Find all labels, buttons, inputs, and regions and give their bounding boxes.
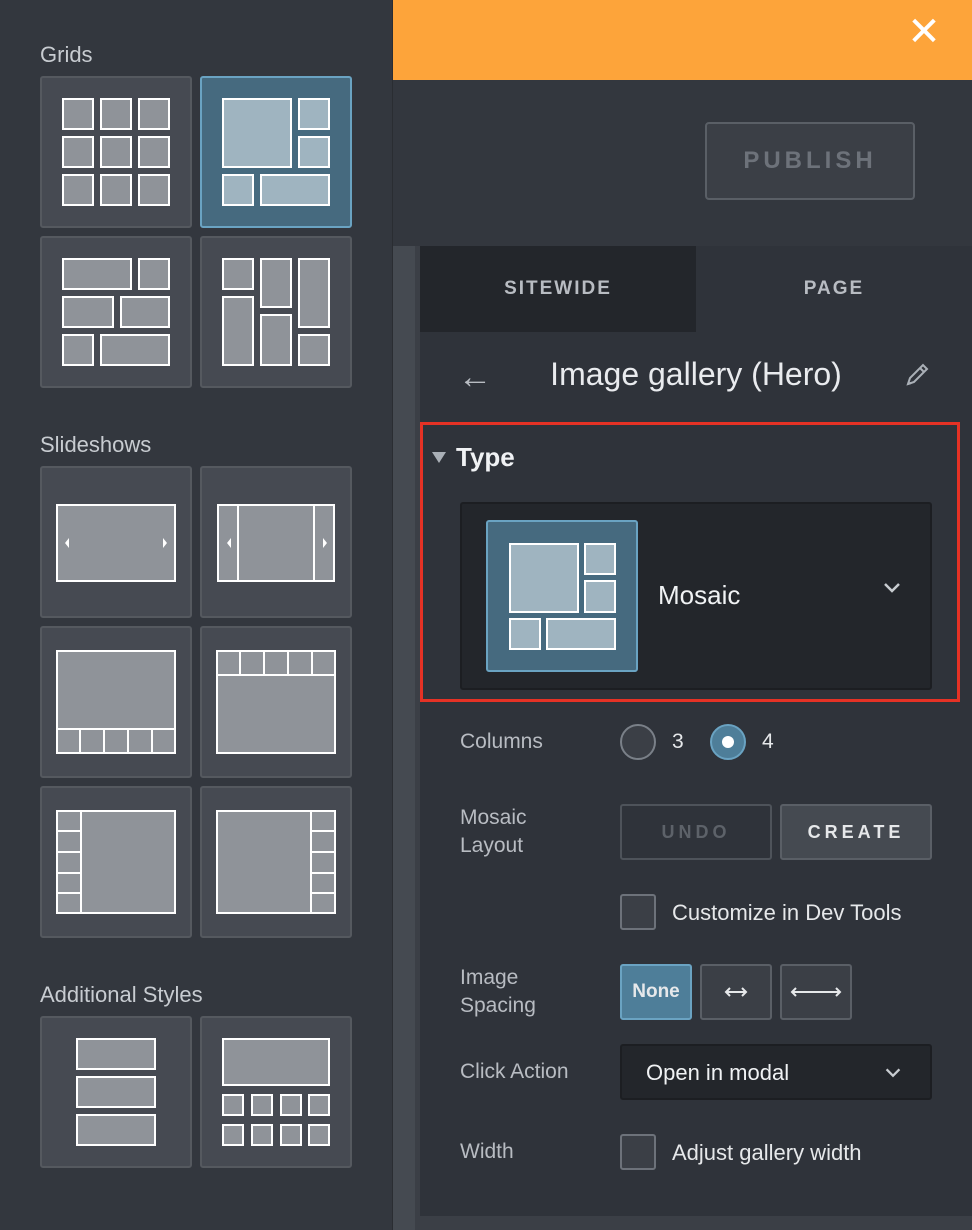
spacing-none-button[interactable]: None bbox=[620, 964, 692, 1020]
adjust-gallery-width-checkbox[interactable] bbox=[620, 1134, 656, 1170]
customize-dev-tools-checkbox[interactable] bbox=[620, 894, 656, 930]
panel-header: ← Image gallery (Hero) bbox=[420, 332, 972, 422]
undo-button[interactable]: UNDO bbox=[620, 804, 772, 860]
tab-page[interactable]: PAGE bbox=[696, 246, 972, 332]
caret-down-icon[interactable] bbox=[432, 452, 446, 463]
grid-masonry-icon bbox=[222, 258, 330, 366]
slideshow-peek-icon bbox=[217, 504, 335, 582]
slideshow-thumbs-bottom-icon bbox=[56, 650, 176, 754]
grid-3x3-icon bbox=[62, 98, 170, 206]
additional-stacked-tile[interactable] bbox=[40, 1016, 192, 1168]
slideshow-peek-tile[interactable] bbox=[200, 466, 352, 618]
slideshow-thumbs-left-icon bbox=[56, 810, 176, 914]
gallery-styles-panel: Grids Slideshows Additional Styles bbox=[0, 0, 393, 1230]
grid-mosaic-tile[interactable] bbox=[200, 76, 352, 228]
slideshow-thumbs-top-tile[interactable] bbox=[200, 626, 352, 778]
top-header: PUBLISH bbox=[393, 80, 972, 246]
chevron-down-icon bbox=[885, 1068, 901, 1078]
section-title-additional-styles: Additional Styles bbox=[40, 982, 203, 1007]
panel-tabs: SITEWIDE PAGE bbox=[420, 246, 972, 332]
panel-bottom-divider bbox=[420, 1216, 972, 1230]
width-label: Width bbox=[460, 1140, 514, 1163]
grid-masonry-tile[interactable] bbox=[200, 236, 352, 388]
settings-panel: SITEWIDE PAGE ← Image gallery (Hero) Typ… bbox=[420, 246, 972, 1230]
columns-radio-4[interactable] bbox=[710, 724, 746, 760]
mosaic-thumbnail-icon bbox=[486, 520, 638, 672]
create-button[interactable]: CREATE bbox=[780, 804, 932, 860]
click-action-label: Click Action bbox=[460, 1060, 569, 1083]
image-spacing-label-line1: Image bbox=[460, 966, 519, 989]
additional-hero-grid-icon bbox=[222, 1038, 330, 1146]
gallery-type-select[interactable]: Mosaic bbox=[460, 502, 932, 690]
slideshow-thumbs-right-icon bbox=[216, 810, 336, 914]
slideshow-thumbs-top-icon bbox=[216, 650, 336, 754]
grid-mosaic-icon bbox=[222, 98, 330, 206]
grid-3x3-tile[interactable] bbox=[40, 76, 192, 228]
additional-stacked-icon bbox=[76, 1038, 156, 1146]
scrollbar-track[interactable] bbox=[393, 246, 415, 1230]
arrow-horizontal-short-icon bbox=[724, 987, 748, 997]
additional-hero-grid-tile[interactable] bbox=[200, 1016, 352, 1168]
image-spacing-label-line2: Spacing bbox=[460, 994, 536, 1017]
panel-title: Image gallery (Hero) bbox=[550, 356, 842, 392]
columns-option-3-label: 3 bbox=[672, 730, 684, 753]
grid-brick-icon bbox=[62, 258, 170, 366]
spacing-small-button[interactable] bbox=[700, 964, 772, 1020]
section-title-slideshows: Slideshows bbox=[40, 432, 152, 457]
columns-option-4-label: 4 bbox=[762, 730, 774, 753]
spacing-large-button[interactable] bbox=[780, 964, 852, 1020]
type-section-label: Type bbox=[456, 442, 515, 472]
gallery-type-value: Mosaic bbox=[658, 580, 741, 610]
close-icon[interactable]: ✕ bbox=[906, 12, 942, 52]
columns-radio-3[interactable] bbox=[620, 724, 656, 760]
slideshow-basic-tile[interactable] bbox=[40, 466, 192, 618]
click-action-value: Open in modal bbox=[646, 1060, 790, 1085]
slideshow-basic-icon bbox=[56, 504, 176, 582]
adjust-gallery-width-label: Adjust gallery width bbox=[672, 1140, 862, 1165]
chevron-down-icon bbox=[884, 583, 900, 593]
slideshow-thumbs-left-tile[interactable] bbox=[40, 786, 192, 938]
arrow-horizontal-long-icon bbox=[790, 987, 842, 997]
section-title-grids: Grids bbox=[40, 42, 93, 67]
customize-dev-tools-label: Customize in Dev Tools bbox=[672, 900, 902, 925]
slideshow-thumbs-right-tile[interactable] bbox=[200, 786, 352, 938]
publish-button[interactable]: PUBLISH bbox=[705, 122, 915, 200]
columns-label: Columns bbox=[460, 730, 543, 753]
grid-brick-tile[interactable] bbox=[40, 236, 192, 388]
mosaic-layout-label-line1: Mosaic bbox=[460, 806, 527, 829]
click-action-select[interactable]: Open in modal bbox=[620, 1044, 932, 1100]
pencil-icon[interactable] bbox=[902, 360, 932, 390]
tab-sitewide[interactable]: SITEWIDE bbox=[420, 246, 696, 332]
mosaic-layout-label-line2: Layout bbox=[460, 834, 524, 857]
slideshow-thumbs-bottom-tile[interactable] bbox=[40, 626, 192, 778]
notification-banner: ✕ bbox=[393, 0, 972, 80]
